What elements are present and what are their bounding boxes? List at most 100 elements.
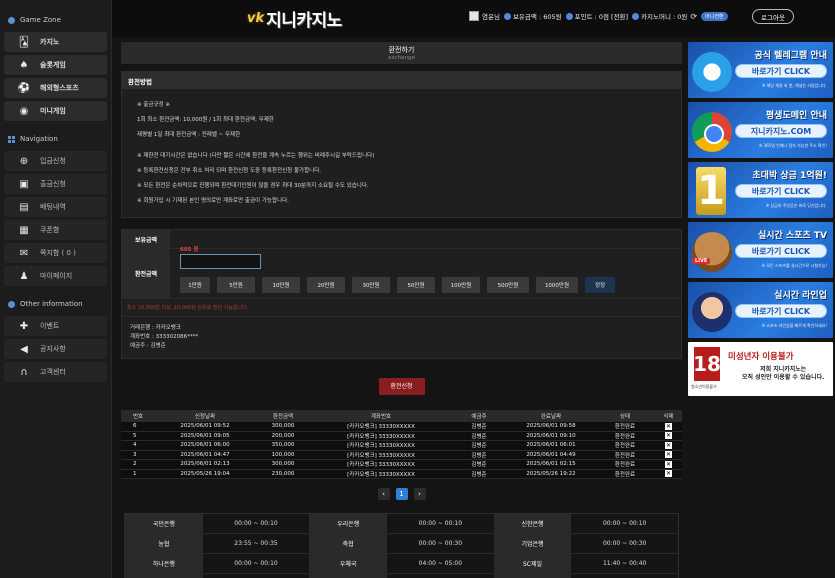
col-header: 환전금액 bbox=[272, 414, 294, 420]
table-cell: 3 bbox=[133, 451, 137, 458]
table-row: 1 2025/05/26 19:04 230,000 [카카오뱅크] 33330XXX… bbox=[121, 469, 682, 479]
chip-20man[interactable]: 20만원 bbox=[307, 277, 345, 293]
promo-banner[interactable]: LIVE 실시간 스포츠 TV 바로가기 CLICK ※ 모든 스포츠를 실시간으로 … bbox=[688, 222, 833, 278]
delete-icon[interactable]: ✕ bbox=[665, 422, 672, 430]
delete-icon[interactable]: ✕ bbox=[665, 432, 672, 440]
site-logo[interactable]: vk 지니카지노 bbox=[247, 6, 342, 31]
amount-row: 환전금액 1만원 5만원 10만원 20만원 30만원 50만원 100만원 5… bbox=[122, 249, 681, 299]
user-status-bar: 염윤님 보유금액 : 605원 포인트 : 0점 [전환] 카지노머니 : 0원… bbox=[469, 11, 728, 21]
rule-line: ※ 회원가입 시 기재된 본인 명의로만 계좌로만 출금이 가능합니다. bbox=[137, 198, 289, 204]
sidebar-item-casino[interactable]: 🂡 카지노 bbox=[4, 32, 107, 52]
logo-text: 지니카지노 bbox=[266, 10, 342, 31]
bank-time-cell: 00:00 ~ 00:30 bbox=[387, 534, 494, 553]
chip-1man[interactable]: 1만원 bbox=[180, 277, 210, 293]
banner-button[interactable]: 바로가기 CLICK bbox=[735, 64, 827, 78]
sidebar-item-sports[interactable]: ⚽ 해외형스포츠 bbox=[4, 78, 107, 98]
promo-banner[interactable]: 평생도메인 안내 지니카지노.COM ※ 365일 언제나 접속 가능한 주소 확인… bbox=[688, 102, 833, 158]
adult-banner-line2: 오직 성인만 이용할 수 있습니다. bbox=[742, 374, 825, 381]
prev-page-icon[interactable]: ‹ bbox=[377, 488, 390, 500]
amount-cell: 1만원 5만원 10만원 20만원 30만원 50만원 100만원 500만원 … bbox=[170, 249, 681, 298]
points-text[interactable]: 포인트 : 0점 [전환] bbox=[575, 11, 628, 21]
delete-icon[interactable]: ✕ bbox=[665, 441, 672, 449]
bank-hours-row: 하나은행 00:00 ~ 00:10 우체국 04:00 ~ 05:00 SC제일 11:… bbox=[125, 554, 678, 574]
reset-button[interactable]: 정정 bbox=[585, 277, 615, 293]
banner-button[interactable]: 바로가기 CLICK bbox=[735, 304, 827, 318]
coupon-icon: ▦ bbox=[19, 224, 29, 236]
money-convert-button[interactable]: 머니전환 bbox=[701, 11, 728, 21]
bank-info: 거래은행 : 카카오뱅크 계좌번호 : 333302086**** 예금주 : … bbox=[122, 317, 681, 358]
bank-name-cell: 산림은행 bbox=[309, 574, 388, 578]
sidebar-item-messages[interactable]: ✉ 쪽지함 ( 0 ) bbox=[4, 243, 107, 263]
banner-title: 평생도메인 안내 bbox=[765, 111, 827, 121]
withdraw-notice: 최소 10,000원 이상, 10,000원 단위로 환전 가능합니다. bbox=[122, 299, 681, 317]
table-cell: [카카오뱅크] 33330XXXXX bbox=[347, 443, 415, 450]
sidebar-item-coupon[interactable]: ▦ 쿠폰함 bbox=[4, 220, 107, 240]
table-row: 5 2025/06/01 09:05 200,000 [카카오뱅크] 33330XXX… bbox=[121, 431, 682, 441]
rules-heading: 환전방법 bbox=[122, 72, 681, 89]
promo-banner[interactable]: 실시간 라인업 바로가기 CLICK ※ 스포츠 라인업을 빠르게 확인하세요! bbox=[688, 282, 833, 338]
submit-wrap: 환전신청 bbox=[121, 373, 682, 395]
page-number-current[interactable]: 1 bbox=[395, 488, 408, 500]
table-cell: [카카오뱅크] 33330XXXXX bbox=[347, 462, 415, 469]
bank-time-cell: 00:00 ~ 00:10 bbox=[571, 514, 678, 533]
promo-banner[interactable]: 공식 텔레그램 안내 바로가기 CLICK ※ 해당 계정 외 봇, 채널은 사칭입… bbox=[688, 42, 833, 98]
table-cell: 2025/06/01 04:47 bbox=[180, 451, 230, 458]
promo-banner[interactable]: 1 초대박 상금 1억원! 바로가기 CLICK ※ 상금의 주인공은 바로 당신입니… bbox=[688, 162, 833, 218]
sidebar-item-deposit[interactable]: ⊕ 입금신청 bbox=[4, 151, 107, 171]
table-cell: 4 bbox=[133, 442, 137, 449]
sidebar-item-notice[interactable]: ◀ 공지사항 bbox=[4, 339, 107, 359]
sidebar-item-withdraw[interactable]: ▣ 출금신청 bbox=[4, 174, 107, 194]
table-cell: 2025/06/01 04:49 bbox=[526, 451, 576, 458]
chip-10man[interactable]: 10만원 bbox=[262, 277, 300, 293]
table-cell: [카카오뱅크] 33330XXXXX bbox=[347, 433, 415, 440]
col-header: 번호 bbox=[133, 414, 144, 420]
delete-icon[interactable]: ✕ bbox=[665, 460, 672, 468]
sidebar-item-betting-history[interactable]: ▤ 배팅내역 bbox=[4, 197, 107, 217]
navigation-title: Navigation bbox=[0, 129, 111, 149]
adult-banner-text: 저희 지니카지노는 오직 성인만 이용할 수 있습니다. bbox=[742, 366, 824, 382]
bank-time-cell: 23:55 ~ 00:05 bbox=[202, 574, 310, 578]
rules-panel: 환전방법 ※ 출금규정 ※ 1회 최소 환전금액: 10,000원 / 1회 최… bbox=[121, 71, 682, 218]
delete-cell: ✕ bbox=[655, 470, 682, 478]
chip-1000man[interactable]: 1000만원 bbox=[536, 277, 578, 293]
next-page-icon[interactable]: › bbox=[413, 488, 426, 500]
table-cell: 2025/06/01 09:10 bbox=[526, 432, 576, 439]
sidebar-item-support[interactable]: ∩ 고객센터 bbox=[4, 362, 107, 382]
bank-name-cell: 축협 bbox=[309, 534, 388, 553]
sidebar-item-mypage[interactable]: ♟ 마이페이지 bbox=[4, 266, 107, 286]
amount-chips: 1만원 5만원 10만원 20만원 30만원 50만원 100만원 500만원 … bbox=[180, 277, 681, 293]
rule-line: ※ 등록환전신청은 전부 취소 처리 되며 환전신청 도중 등록환전신청 불가합… bbox=[137, 168, 322, 174]
telegram-icon bbox=[692, 52, 732, 92]
banner-button[interactable]: 바로가기 CLICK bbox=[735, 184, 827, 198]
bank-time-cell: 04:00 ~ 05:00 bbox=[387, 554, 494, 573]
delete-icon[interactable]: ✕ bbox=[665, 470, 672, 478]
refresh-icon[interactable]: ⟳ bbox=[690, 12, 697, 21]
banner-button[interactable]: 바로가기 CLICK bbox=[735, 244, 827, 258]
chip-30man[interactable]: 30만원 bbox=[352, 277, 390, 293]
table-cell: 2025/06/01 06:00 bbox=[180, 442, 230, 449]
sidebar-item-minigame[interactable]: ◉ 미니게임 bbox=[4, 101, 107, 121]
banner-subtext: ※ 스포츠 라인업을 빠르게 확인하세요! bbox=[761, 323, 827, 328]
other-info-title: Other information bbox=[0, 294, 111, 314]
chip-5man[interactable]: 5만원 bbox=[217, 277, 255, 293]
chip-500man[interactable]: 500만원 bbox=[487, 277, 529, 293]
sidebar-item-slot[interactable]: ♠ 슬롯게임 bbox=[4, 55, 107, 75]
chip-50man[interactable]: 50만원 bbox=[397, 277, 435, 293]
deposit-icon: ⊕ bbox=[19, 155, 29, 167]
logout-button[interactable]: 로그아웃 bbox=[752, 9, 794, 24]
chip-100man[interactable]: 100만원 bbox=[442, 277, 480, 293]
delete-icon[interactable]: ✕ bbox=[665, 451, 672, 459]
banner-subtext: ※ 상금의 주인공은 바로 당신입니다. bbox=[765, 203, 827, 208]
banner-button[interactable]: 지니카지노.COM bbox=[735, 124, 827, 138]
balance-icon bbox=[503, 12, 511, 20]
submit-withdraw-button[interactable]: 환전신청 bbox=[378, 378, 425, 395]
bank-time-cell: 23:40 ~ 00:05 bbox=[387, 574, 494, 578]
avatar bbox=[469, 11, 479, 21]
amount-input[interactable] bbox=[180, 254, 261, 269]
sidebar-item-event[interactable]: ✚ 이벤트 bbox=[4, 316, 107, 336]
col-header: 삭제 bbox=[663, 414, 674, 420]
table-body: 6 2025/06/01 09:52 300,000 [카카오뱅크] 33330XXX… bbox=[121, 422, 682, 479]
gift-icon: ✚ bbox=[19, 320, 29, 332]
cards-icon: 🂡 bbox=[18, 36, 30, 48]
live-badge: LIVE bbox=[692, 258, 711, 264]
